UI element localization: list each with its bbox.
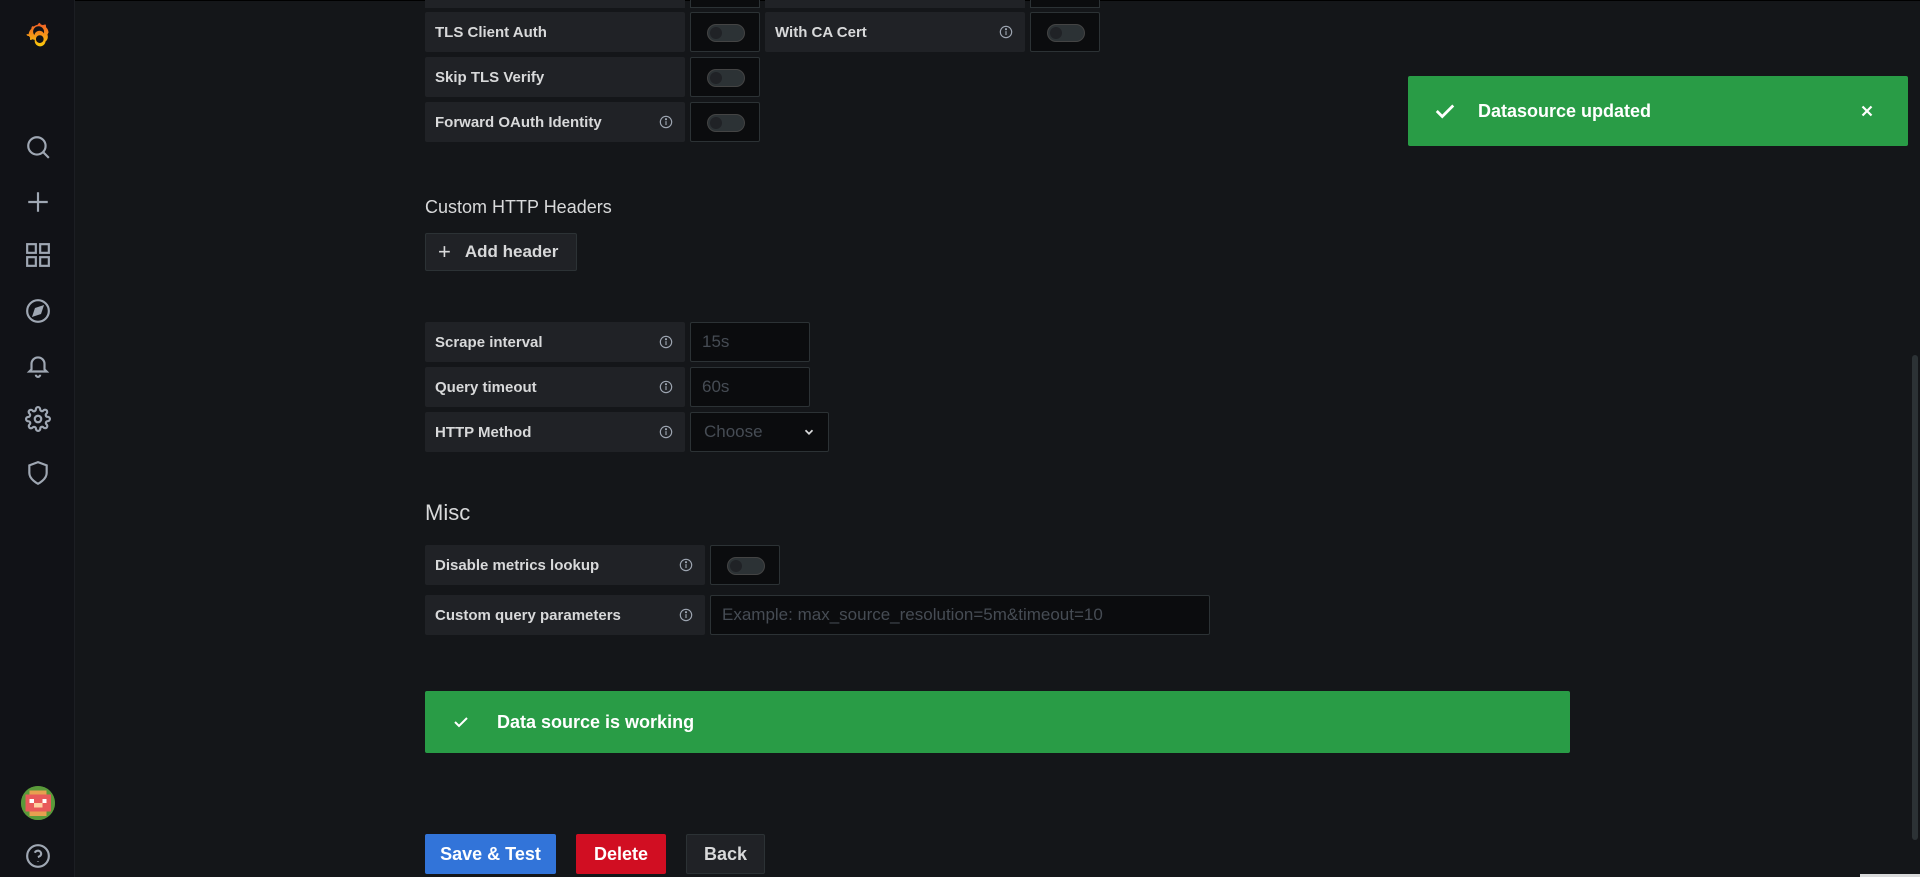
- check-icon: [1435, 104, 1455, 119]
- help-icon[interactable]: [21, 839, 55, 873]
- custom-query-input[interactable]: [710, 595, 1210, 635]
- with-ca-cert-label: With CA Cert: [765, 12, 1025, 52]
- http-method-label: HTTP Method: [425, 412, 685, 452]
- switch-edge: [1030, 0, 1100, 8]
- toast-message: Datasource updated: [1478, 100, 1652, 121]
- query-timeout-input[interactable]: [690, 367, 810, 407]
- skip-tls-verify-label: Skip TLS Verify: [425, 57, 685, 97]
- custom-headers-title: Custom HTTP Headers: [425, 197, 612, 217]
- query-timeout-text: Query timeout: [435, 378, 537, 396]
- forward-oauth-switch[interactable]: [690, 102, 760, 142]
- with-ca-cert-switch[interactable]: [1030, 12, 1100, 52]
- scrape-interval-label: Scrape interval: [425, 322, 685, 362]
- info-icon: [659, 380, 673, 394]
- info-icon: [679, 558, 693, 572]
- dashboards-icon[interactable]: [21, 238, 55, 272]
- forward-oauth-text: Forward OAuth Identity: [435, 113, 602, 131]
- avatar[interactable]: [21, 786, 55, 820]
- explore-icon[interactable]: [21, 294, 55, 328]
- info-icon: [999, 25, 1013, 39]
- info-icon: [659, 335, 673, 349]
- http-method-value: Choose: [704, 422, 763, 441]
- scrollbar[interactable]: [1912, 355, 1918, 840]
- misc-title: Misc: [425, 500, 471, 525]
- scrape-interval-text: Scrape interval: [435, 333, 543, 351]
- disable-metrics-switch[interactable]: [710, 545, 780, 585]
- add-header-label: Add header: [464, 242, 559, 261]
- row-edge: [765, 0, 1025, 8]
- save-test-button[interactable]: Save & Test: [425, 834, 556, 874]
- http-method-select[interactable]: Choose: [690, 412, 829, 452]
- custom-query-text: Custom query parameters: [435, 606, 621, 624]
- working-text: Data source is working: [497, 711, 695, 732]
- chevron-down-icon: [804, 429, 814, 435]
- tls-client-auth-label: TLS Client Auth: [425, 12, 685, 52]
- close-icon[interactable]: [1858, 102, 1876, 120]
- add-header-button[interactable]: + Add header: [425, 233, 577, 271]
- sidebar: [0, 0, 75, 877]
- check-icon: [454, 717, 468, 728]
- forward-oauth-label: Forward OAuth Identity: [425, 102, 685, 142]
- grafana-logo-icon[interactable]: [21, 17, 55, 51]
- row-edge: [425, 0, 685, 8]
- query-timeout-label: Query timeout: [425, 367, 685, 407]
- back-button[interactable]: Back: [686, 834, 765, 874]
- custom-query-label: Custom query parameters: [425, 595, 705, 635]
- plus-icon: +: [438, 239, 451, 264]
- plus-icon[interactable]: [21, 185, 55, 219]
- gear-icon[interactable]: [21, 402, 55, 436]
- scrape-interval-input[interactable]: [690, 322, 810, 362]
- info-icon: [679, 608, 693, 622]
- switch-edge: [690, 0, 760, 8]
- http-method-text: HTTP Method: [435, 423, 532, 441]
- with-ca-cert-text: With CA Cert: [775, 23, 867, 41]
- skip-tls-verify-switch[interactable]: [690, 57, 760, 97]
- disable-metrics-text: Disable metrics lookup: [435, 556, 600, 574]
- info-icon: [659, 425, 673, 439]
- delete-button[interactable]: Delete: [576, 834, 666, 874]
- disable-metrics-label: Disable metrics lookup: [425, 545, 705, 585]
- data-source-working-alert: Data source is working: [425, 691, 1570, 753]
- alerting-bell-icon[interactable]: [21, 348, 55, 382]
- shield-icon[interactable]: [21, 456, 55, 490]
- search-icon[interactable]: [21, 130, 55, 164]
- info-icon: [659, 115, 673, 129]
- tls-client-auth-switch[interactable]: [690, 12, 760, 52]
- datasource-updated-toast: Datasource updated: [1408, 76, 1908, 146]
